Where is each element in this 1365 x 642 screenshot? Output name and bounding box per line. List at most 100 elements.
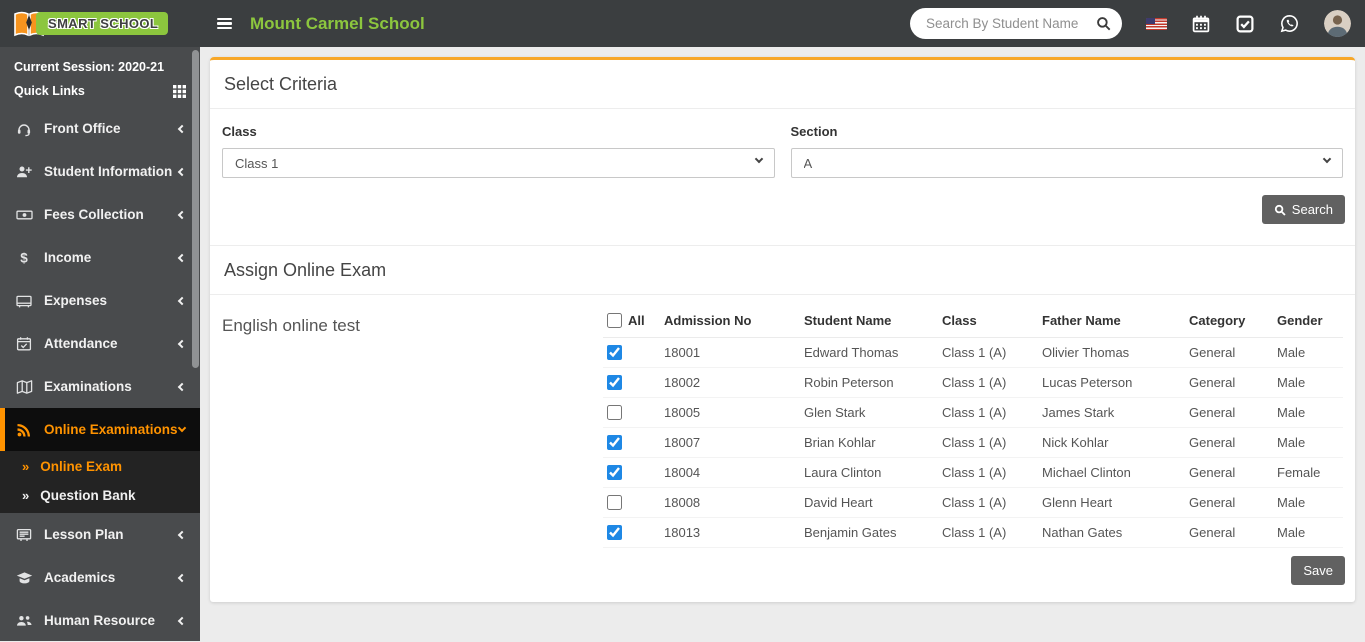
- rss-icon: [15, 422, 33, 438]
- cell-father-name: Glenn Heart: [1038, 488, 1185, 518]
- cell-student-name: Benjamin Gates: [800, 518, 938, 548]
- sidebar-item-expenses[interactable]: Expenses: [0, 279, 200, 322]
- sidebar-menu: Front OfficeStudent Information Fees Coll…: [0, 107, 200, 642]
- sidebar-scrollbar[interactable]: [192, 50, 199, 368]
- cell-father-name: Michael Clinton: [1038, 458, 1185, 488]
- sidebar-item-label: Online Examinations: [44, 422, 178, 437]
- section-select[interactable]: A: [791, 148, 1344, 178]
- table-row: 18008David HeartClass 1 (A)Glenn HeartGe…: [603, 488, 1343, 518]
- sidebar-subitem-label: Question Bank: [40, 488, 135, 503]
- chevron-left-icon: [178, 339, 186, 347]
- cell-gender: Male: [1273, 518, 1343, 548]
- map-book-icon: [15, 379, 33, 395]
- current-session-label: Current Session: 2020-21: [14, 60, 186, 74]
- quick-links-label: Quick Links: [14, 84, 85, 98]
- content-card: Select Criteria Class Class 1 Section A: [210, 57, 1355, 602]
- sidebar-subitem-question-bank[interactable]: »Question Bank: [0, 481, 200, 510]
- cell-admission-no: 18001: [660, 338, 800, 368]
- sidebar-item-examinations[interactable]: Examinations: [0, 365, 200, 408]
- col-header-gender: Gender: [1273, 308, 1343, 338]
- menu-toggle-button[interactable]: [215, 11, 234, 36]
- chevron-left-icon: [178, 210, 186, 218]
- class-select[interactable]: Class 1: [222, 148, 775, 178]
- cell-gender: Male: [1273, 428, 1343, 458]
- sidebar-item-human-resource[interactable]: Human Resource: [0, 599, 200, 642]
- sidebar-item-academics[interactable]: Academics: [0, 556, 200, 599]
- grid-icon[interactable]: [173, 85, 186, 98]
- save-button[interactable]: Save: [1291, 556, 1345, 585]
- search-button[interactable]: Search: [1262, 195, 1345, 224]
- student-table-body: 18001Edward ThomasClass 1 (A)Olivier Tho…: [603, 338, 1343, 548]
- criteria-form: Class Class 1 Section A: [210, 109, 1355, 178]
- section-label: Section: [791, 124, 1344, 139]
- cell-class: Class 1 (A): [938, 338, 1038, 368]
- sidebar-item-income[interactable]: $Income: [0, 236, 200, 279]
- chevron-left-icon: [178, 253, 186, 261]
- us-flag-icon[interactable]: [1146, 18, 1167, 30]
- cell-class: Class 1 (A): [938, 518, 1038, 548]
- cell-student-name: Brian Kohlar: [800, 428, 938, 458]
- cell-class: Class 1 (A): [938, 368, 1038, 398]
- sidebar-item-label: Income: [44, 250, 91, 265]
- col-header-student-name: Student Name: [800, 308, 938, 338]
- chevron-left-icon: [178, 382, 186, 390]
- user-avatar[interactable]: [1324, 10, 1351, 37]
- task-check-icon[interactable]: [1235, 14, 1255, 34]
- cell-category: General: [1185, 518, 1273, 548]
- cell-admission-no: 18005: [660, 398, 800, 428]
- table-row: 18007Brian KohlarClass 1 (A)Nick KohlarG…: [603, 428, 1343, 458]
- cell-admission-no: 18008: [660, 488, 800, 518]
- row-checkbox[interactable]: [607, 405, 622, 420]
- select-all-checkbox[interactable]: [607, 313, 622, 328]
- sidebar-item-student-information[interactable]: Student Information: [0, 150, 200, 193]
- table-row: 18002Robin PetersonClass 1 (A)Lucas Pete…: [603, 368, 1343, 398]
- student-search-input[interactable]: [924, 15, 1096, 32]
- sidebar-item-fees-collection[interactable]: Fees Collection: [0, 193, 200, 236]
- sidebar-subitem-online-exam[interactable]: »Online Exam: [0, 452, 200, 481]
- col-header-class: Class: [938, 308, 1038, 338]
- table-row: 18013Benjamin GatesClass 1 (A)Nathan Gat…: [603, 518, 1343, 548]
- logo-text: SMART SCHOOL: [36, 12, 168, 35]
- chevron-left-icon: [178, 530, 186, 538]
- table-row: 18001Edward ThomasClass 1 (A)Olivier Tho…: [603, 338, 1343, 368]
- table-row: 18004Laura ClintonClass 1 (A)Michael Cli…: [603, 458, 1343, 488]
- calendar-icon[interactable]: [1191, 14, 1211, 34]
- chevron-down-icon: [178, 424, 186, 432]
- assign-online-exam-title: Assign Online Exam: [210, 246, 1355, 294]
- sidebar-item-label: Fees Collection: [44, 207, 144, 222]
- sidebar: Current Session: 2020-21 Quick Links Fro…: [0, 47, 200, 641]
- cell-gender: Male: [1273, 368, 1343, 398]
- row-checkbox[interactable]: [607, 375, 622, 390]
- row-checkbox[interactable]: [607, 525, 622, 540]
- chevron-left-icon: [178, 296, 186, 304]
- sidebar-item-online-examinations[interactable]: Online Examinations: [0, 408, 200, 451]
- sidebar-item-lesson-plan[interactable]: Lesson Plan: [0, 513, 200, 556]
- row-checkbox[interactable]: [607, 435, 622, 450]
- row-checkbox[interactable]: [607, 345, 622, 360]
- student-table-head: AllAdmission NoStudent NameClassFather N…: [603, 308, 1343, 338]
- calendar-check-icon: [15, 336, 33, 352]
- cell-admission-no: 18004: [660, 458, 800, 488]
- chevron-left-icon: [178, 124, 186, 132]
- cell-father-name: Lucas Peterson: [1038, 368, 1185, 398]
- cell-class: Class 1 (A): [938, 488, 1038, 518]
- cell-admission-no: 18002: [660, 368, 800, 398]
- whatsapp-icon[interactable]: [1279, 13, 1300, 34]
- school-name: Mount Carmel School: [250, 14, 425, 34]
- sidebar-item-label: Academics: [44, 570, 115, 585]
- row-checkbox[interactable]: [607, 465, 622, 480]
- sidebar-item-attendance[interactable]: Attendance: [0, 322, 200, 365]
- row-checkbox[interactable]: [607, 495, 622, 510]
- cell-category: General: [1185, 368, 1273, 398]
- people-icon: [15, 613, 33, 629]
- sidebar-item-front-office[interactable]: Front Office: [0, 107, 200, 150]
- search-icon[interactable]: [1096, 16, 1111, 31]
- cell-student-name: Edward Thomas: [800, 338, 938, 368]
- cell-student-name: David Heart: [800, 488, 938, 518]
- banknote-icon: [15, 207, 33, 223]
- cell-student-name: Glen Stark: [800, 398, 938, 428]
- app-logo[interactable]: SMART SCHOOL: [0, 0, 200, 47]
- cell-student-name: Robin Peterson: [800, 368, 938, 398]
- header-icon-strip: [1122, 10, 1365, 37]
- cell-student-name: Laura Clinton: [800, 458, 938, 488]
